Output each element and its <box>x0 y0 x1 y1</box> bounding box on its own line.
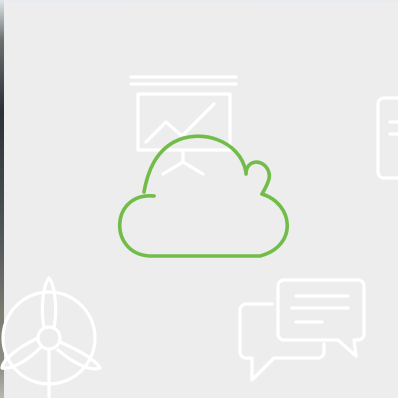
document-icon <box>376 96 398 186</box>
chat-bubbles-icon <box>236 276 368 386</box>
wind-turbine-icon <box>0 274 110 398</box>
top-edge-bar <box>0 0 398 4</box>
icon-showcase-canvas: #72bd4a <box>0 0 398 398</box>
cloud-icon <box>112 134 294 260</box>
